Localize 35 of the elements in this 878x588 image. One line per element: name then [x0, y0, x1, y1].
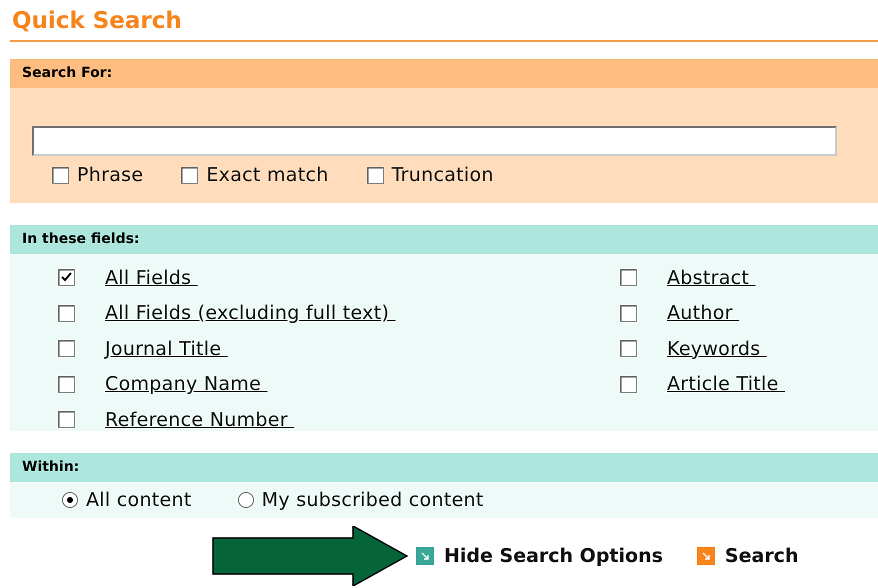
checkbox[interactable]: [58, 269, 75, 286]
checkbox[interactable]: [58, 304, 75, 322]
field-link[interactable]: Company Name: [105, 373, 268, 396]
field-link[interactable]: Journal Title: [105, 338, 228, 360]
option-label: Truncation: [392, 164, 494, 186]
search-field[interactable]: [32, 126, 837, 156]
checkbox[interactable]: [620, 340, 637, 358]
section-heading: In these fields:: [10, 225, 878, 254]
field-link[interactable]: Author: [667, 302, 740, 324]
field-link[interactable]: Article Title: [667, 373, 785, 396]
checkbox[interactable]: [620, 269, 637, 286]
option-label: My subscribed content: [262, 489, 484, 511]
option-label: All content: [86, 489, 192, 511]
action-link[interactable]: Hide Search Options: [416, 545, 663, 567]
checkbox[interactable]: [52, 166, 69, 184]
checkbox[interactable]: [58, 376, 75, 393]
option-label: Exact match: [206, 164, 329, 186]
field-link[interactable]: Abstract: [667, 266, 756, 289]
checkbox[interactable]: [620, 304, 637, 322]
checkbox[interactable]: [181, 166, 198, 184]
field-link[interactable]: Reference Number: [105, 408, 294, 431]
checkbox[interactable]: [366, 166, 384, 184]
field-link[interactable]: All Fields (excluding full text): [105, 302, 396, 324]
option-label: Phrase: [77, 164, 144, 186]
checkbox[interactable]: [58, 411, 75, 428]
section-heading: Search For:: [10, 59, 878, 88]
radio-button[interactable]: [238, 492, 254, 508]
radio-button[interactable]: [62, 492, 78, 508]
field-link[interactable]: All Fields: [105, 266, 198, 289]
checkbox[interactable]: [58, 340, 75, 358]
section-heading: Within:: [10, 453, 878, 482]
checkbox[interactable]: [620, 376, 637, 393]
field-link[interactable]: Keywords: [667, 338, 767, 360]
action-link[interactable]: Search: [696, 545, 798, 567]
page-title: Quick Search: [11, 8, 183, 36]
